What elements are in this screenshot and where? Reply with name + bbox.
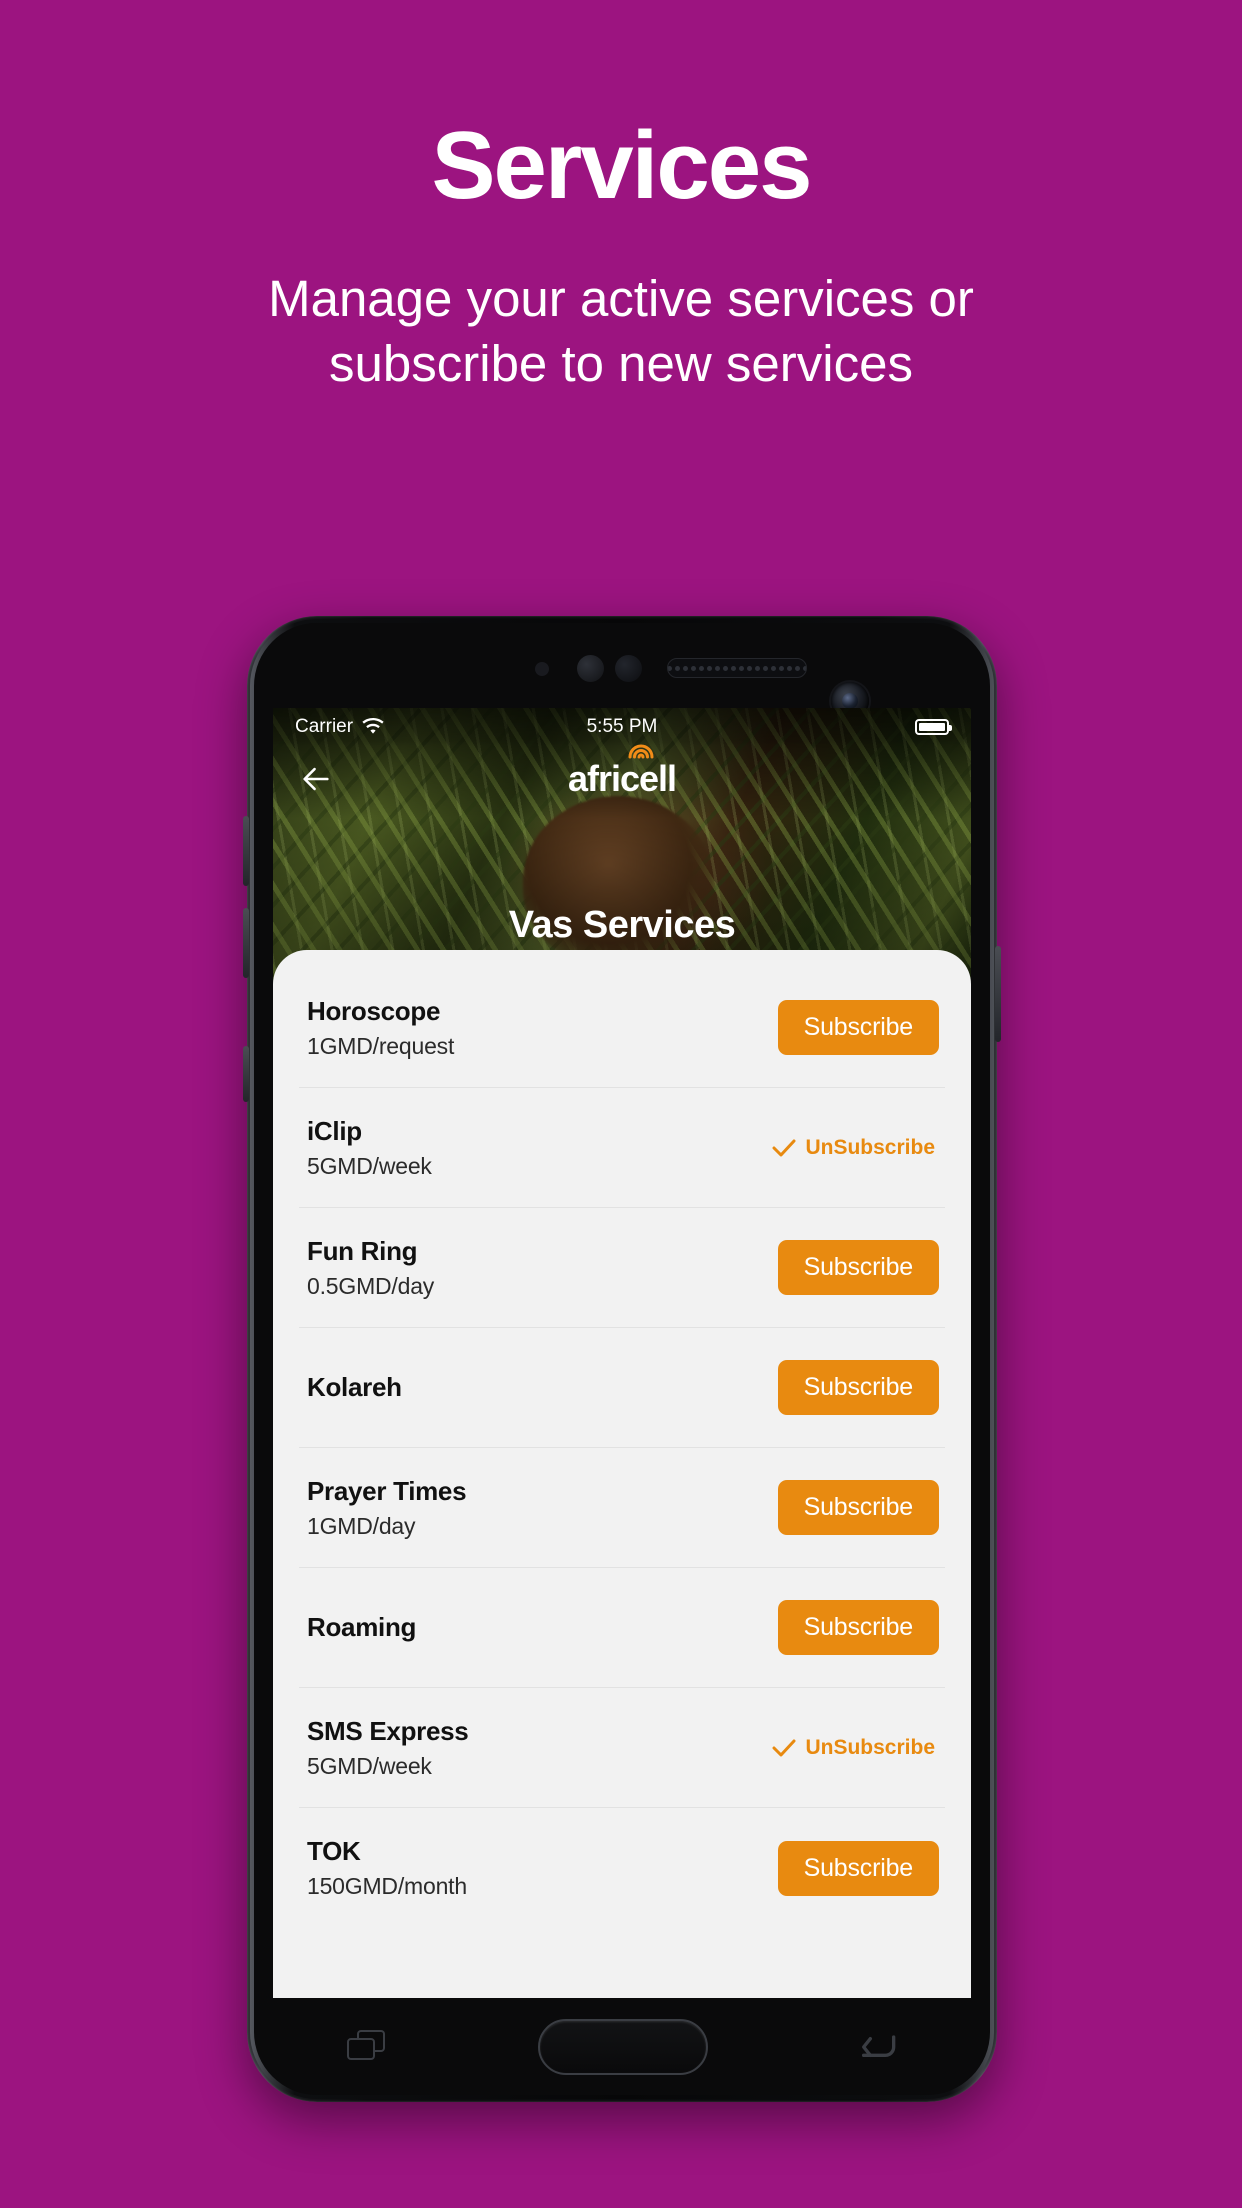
service-action: Subscribe [777, 1480, 945, 1535]
app-bar: africell [273, 744, 971, 808]
services-sheet: Horoscope 1GMD/request Subscribe iClip 5GMD/… [273, 950, 971, 1998]
table-row[interactable]: Horoscope 1GMD/request Subscribe [299, 968, 945, 1088]
volume-down-button[interactable] [243, 908, 249, 978]
service-action: Subscribe [777, 1240, 945, 1295]
table-row[interactable]: Prayer Times 1GMD/day Subscribe [299, 1448, 945, 1568]
service-info: SMS Express 5GMD/week [299, 1716, 772, 1780]
service-info: Prayer Times 1GMD/day [299, 1476, 778, 1540]
status-bar-time: 5:55 PM [586, 716, 658, 737]
promo-header: Services Manage your active services or … [0, 0, 1242, 470]
recents-icon[interactable] [347, 2030, 389, 2064]
brand-logo: africell [273, 744, 971, 800]
table-row[interactable]: Kolareh Subscribe [299, 1328, 945, 1448]
subscribe-button[interactable]: Subscribe [777, 1360, 939, 1415]
power-button[interactable] [995, 946, 1001, 1042]
check-icon [772, 1739, 796, 1756]
service-info: iClip 5GMD/week [299, 1116, 772, 1180]
iris-scanner-icon [615, 655, 642, 682]
service-name: SMS Express [307, 1715, 469, 1746]
phone-mockup: Carrier 5:55 PM africell Vas Services Ho… [243, 616, 1001, 2102]
service-name: Prayer Times [307, 1475, 467, 1506]
page-title: Services [431, 112, 812, 219]
service-price: 1GMD/day [307, 1512, 416, 1539]
service-name: Fun Ring [307, 1235, 418, 1266]
logo-text: africell [567, 758, 677, 799]
service-price: 150GMD/month [307, 1873, 467, 1899]
service-info: Kolareh [299, 1372, 778, 1403]
check-icon [772, 1139, 796, 1156]
service-price: 5GMD/week [307, 1152, 432, 1179]
service-info: Roaming [299, 1612, 778, 1643]
status-bar-right [915, 719, 952, 735]
service-name: TOK [307, 1836, 361, 1866]
service-info: Horoscope 1GMD/request [299, 996, 778, 1060]
service-action: UnSubscribe [772, 1736, 945, 1760]
subscribe-button[interactable]: Subscribe [777, 1240, 939, 1295]
table-row[interactable]: iClip 5GMD/week UnSubscribe [299, 1088, 945, 1208]
light-sensor-icon [535, 662, 549, 676]
service-action: Subscribe [777, 1600, 945, 1655]
assistant-button[interactable] [243, 1046, 249, 1102]
service-action: Subscribe [777, 1840, 945, 1896]
status-bar: Carrier 5:55 PM [273, 708, 971, 746]
hero-title: Vas Services [508, 904, 736, 946]
service-action: Subscribe [777, 1000, 945, 1055]
sensor-row [247, 650, 997, 720]
table-row[interactable]: TOK 150GMD/month Subscribe [299, 1808, 945, 1928]
subscribe-button[interactable]: Subscribe [777, 1840, 939, 1896]
service-price: 0.5GMD/day [307, 1272, 435, 1299]
service-name: Horoscope [307, 995, 441, 1026]
subscribe-button[interactable]: Subscribe [777, 1480, 939, 1535]
unsubscribe-button[interactable]: UnSubscribe [772, 1136, 939, 1160]
promo-subtitle: Manage your active services or subscribe… [268, 270, 974, 393]
services-list: Horoscope 1GMD/request Subscribe iClip 5GMD/… [273, 968, 971, 1928]
service-name: iClip [307, 1115, 362, 1146]
service-info: TOK 150GMD/month [299, 1836, 778, 1900]
unsubscribe-label: UnSubscribe [805, 1735, 935, 1759]
back-nav-icon[interactable] [857, 2030, 897, 2064]
back-arrow-icon[interactable] [299, 762, 333, 796]
proximity-sensor-icon [577, 655, 604, 682]
navigation-bar [273, 1998, 971, 2096]
table-row[interactable]: Roaming Subscribe [299, 1568, 945, 1688]
phone-screen: Carrier 5:55 PM africell Vas Services Ho… [273, 708, 971, 1998]
service-price: 1GMD/request [307, 1032, 455, 1059]
service-price: 5GMD/week [307, 1752, 432, 1779]
service-action: UnSubscribe [772, 1136, 945, 1160]
service-name: Roaming [307, 1612, 417, 1642]
subscribe-button[interactable]: Subscribe [777, 1000, 939, 1055]
battery-icon [915, 719, 952, 735]
service-action: Subscribe [777, 1360, 945, 1415]
subscribe-button[interactable]: Subscribe [777, 1600, 939, 1655]
table-row[interactable]: Fun Ring 0.5GMD/day Subscribe [299, 1208, 945, 1328]
unsubscribe-button[interactable]: UnSubscribe [772, 1736, 939, 1760]
unsubscribe-label: UnSubscribe [805, 1135, 935, 1159]
home-button-icon[interactable] [537, 2019, 708, 2075]
earpiece-speaker-icon [667, 658, 807, 678]
table-row[interactable]: SMS Express 5GMD/week UnSubscribe [299, 1688, 945, 1808]
volume-up-button[interactable] [243, 816, 249, 886]
service-name: Kolareh [307, 1372, 402, 1402]
service-info: Fun Ring 0.5GMD/day [299, 1236, 778, 1300]
